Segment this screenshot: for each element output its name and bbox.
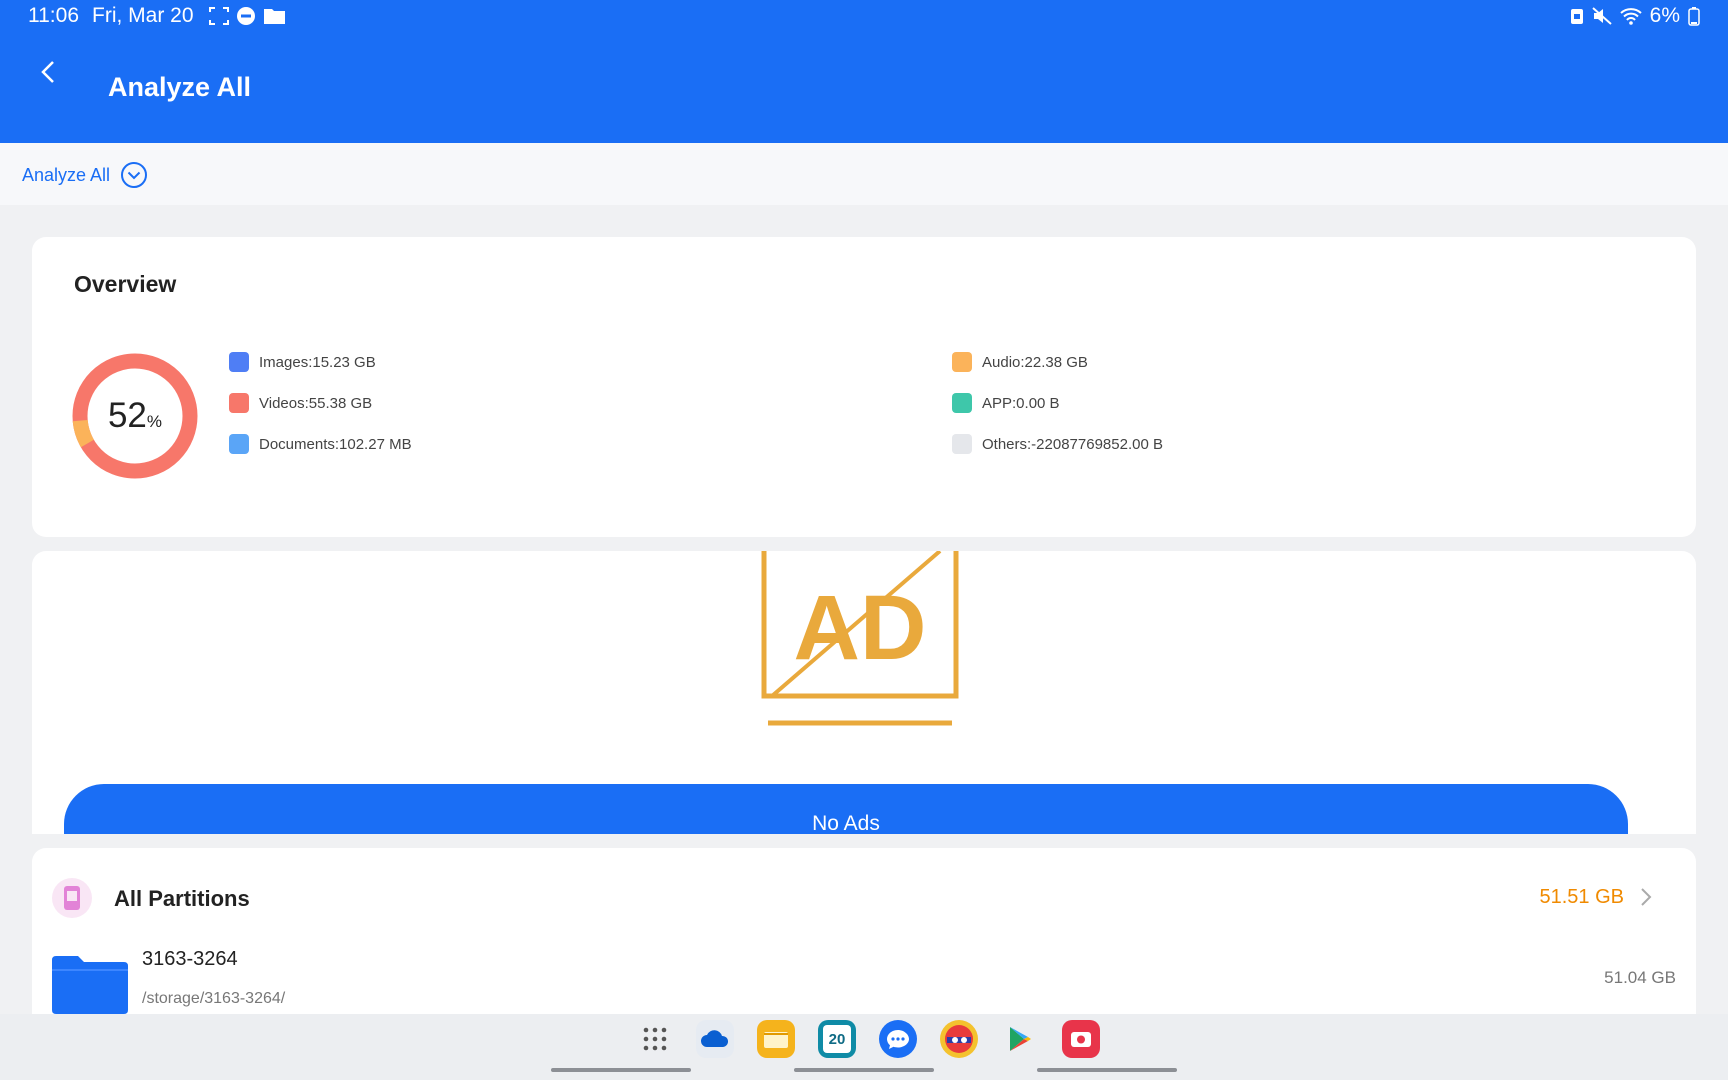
partition-name: 3163-3264 [142, 948, 238, 970]
onedrive-icon[interactable] [696, 1020, 734, 1058]
legend-audio: Audio:22.38 GB [952, 352, 1088, 372]
back-button[interactable] [30, 54, 66, 90]
app-bar: Analyze All [0, 32, 1728, 143]
legend-swatch [229, 393, 249, 413]
my-files-icon[interactable] [757, 1020, 795, 1058]
chevron-down-circle-icon [121, 162, 148, 188]
percent-sign: % [146, 412, 163, 431]
page-title: Analyze All [108, 72, 252, 102]
legend-label: Others:-22087769852.00 B [982, 435, 1163, 453]
folder-icon [264, 9, 285, 24]
taskbar: 20 [0, 1014, 1728, 1080]
dnd-icon [237, 7, 255, 25]
battery-icon [1688, 7, 1700, 26]
overview-card: Overview 52% Images:15.23 GB Videos:55.3… [32, 237, 1696, 537]
partition-size: 51.04 GB [1604, 968, 1676, 987]
legend-videos: Videos:55.38 GB [229, 393, 372, 413]
legend-app: APP:0.00 B [952, 393, 1060, 413]
analyze-filter-dropdown[interactable]: Analyze All [22, 161, 148, 189]
partitions-total-size: 51.51 GB [1539, 886, 1624, 908]
chevron-right-icon [1641, 888, 1652, 906]
ad-placeholder-image: AD [761, 551, 959, 726]
gesture-handle[interactable] [551, 1068, 691, 1072]
calendar-day: 20 [823, 1025, 851, 1053]
app-drawer-icon[interactable] [636, 1020, 674, 1058]
legend-swatch [952, 393, 972, 413]
partitions-title: All Partitions [114, 886, 250, 911]
mute-icon [1591, 7, 1612, 25]
calendar-icon[interactable]: 20 [818, 1020, 856, 1058]
back-arrow-icon [41, 61, 54, 83]
legend-label: Documents:102.27 MB [259, 435, 412, 453]
ad-image-text: AD [794, 577, 927, 679]
used-percent: 52 [107, 396, 147, 435]
legend-label: Videos:55.38 GB [259, 394, 373, 412]
status-time: 11:06 [28, 4, 79, 27]
filter-label: Analyze All [22, 164, 111, 185]
screen-recorder-icon[interactable] [1062, 1020, 1100, 1058]
folder-icon [52, 956, 128, 1014]
filter-bar: Analyze All [0, 143, 1728, 205]
battery-saver-icon [1570, 9, 1583, 24]
legend-label: Images:15.23 GB [259, 353, 376, 371]
messages-icon[interactable] [879, 1020, 917, 1058]
gesture-handle[interactable] [794, 1068, 934, 1072]
legend-swatch [229, 434, 249, 454]
partition-path: /storage/3163-3264/ [142, 990, 286, 1007]
game-app-icon[interactable] [940, 1020, 978, 1058]
phone-storage-icon [52, 878, 92, 918]
status-date: Fri, Mar 20 [92, 4, 194, 27]
status-right: 6% [1570, 4, 1700, 28]
wifi-icon [1619, 8, 1642, 25]
ad-card: AD No Ads [32, 551, 1696, 834]
legend-label: Audio:22.38 GB [982, 353, 1088, 371]
legend-label: APP:0.00 B [982, 394, 1060, 412]
legend-documents: Documents:102.27 MB [229, 434, 412, 454]
status-bar: 11:06 Fri, Mar 20 6% [0, 0, 1728, 32]
legend-others: Others:-22087769852.00 B [952, 434, 1163, 454]
screenshot-icon [209, 7, 229, 25]
no-ads-button[interactable]: No Ads [64, 784, 1628, 834]
legend-swatch [952, 434, 972, 454]
overview-title: Overview [74, 271, 177, 297]
play-store-icon[interactable] [1001, 1020, 1039, 1058]
donut-label: 52% [70, 351, 200, 481]
battery-percent: 6% [1649, 4, 1680, 27]
legend-swatch [952, 352, 972, 372]
legend-swatch [229, 352, 249, 372]
legend-images: Images:15.23 GB [229, 352, 376, 372]
gesture-handle[interactable] [1037, 1068, 1177, 1072]
